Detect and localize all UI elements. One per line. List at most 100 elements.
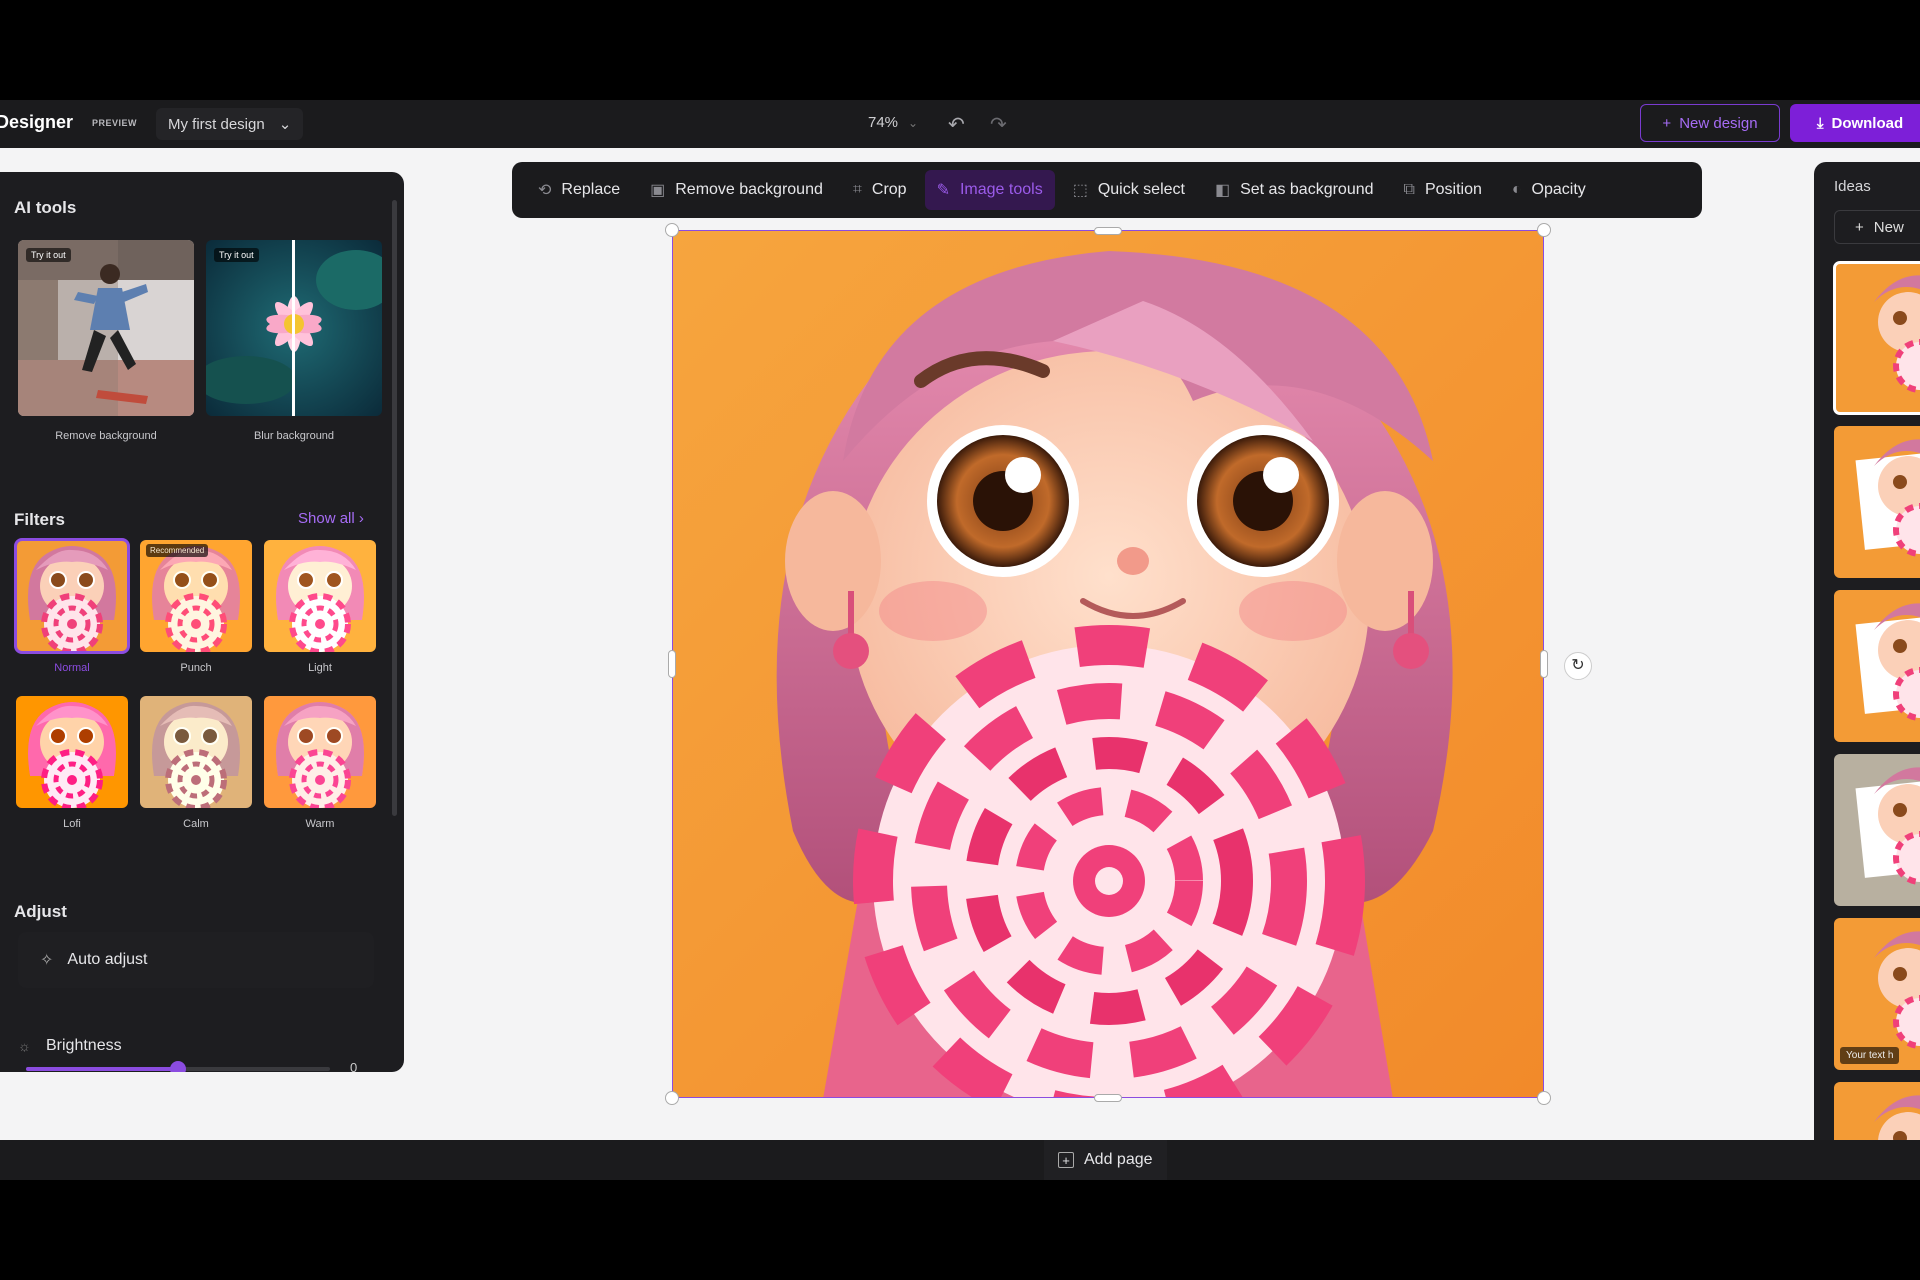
tool-position[interactable]: ⧉ Position [1392,170,1494,210]
ideas-panel: Ideas + New Your text h [1814,162,1920,1162]
remove-background-thumbnail [18,240,194,416]
resize-handle-left[interactable] [668,650,676,678]
brightness-slider-handle[interactable] [170,1061,186,1072]
resize-handle-top-left[interactable] [665,223,679,237]
magic-wand-icon: ✧ [40,952,54,969]
resize-handle-top[interactable] [1094,227,1122,235]
idea-image [1834,590,1920,742]
tool-label: Opacity [1531,181,1586,198]
ideas-title: Ideas [1834,178,1871,195]
filter-normal[interactable] [14,538,130,654]
undo-icon[interactable]: ↶ [948,112,965,137]
tool-remove-background[interactable]: ▣ Remove background [638,170,835,210]
left-panel-scrollbar[interactable] [392,200,397,816]
brightness-slider-fill [26,1067,178,1071]
new-design-label: New design [1679,114,1758,132]
tool-label: Quick select [1097,181,1185,198]
image-toolbar: ⟲ Replace ▣ Remove background ⌗ Crop ✎ Image to… [512,162,1702,218]
blur-background-thumbnail [206,240,382,416]
show-all-label: Show all [298,510,355,527]
tool-replace[interactable]: ⟲ Replace [526,170,632,210]
filter-warm[interactable] [264,696,376,808]
filter-punch[interactable]: Recommended [140,540,252,652]
design-name-dropdown[interactable]: My first design ⌄ [156,108,304,140]
design-name-label: My first design [168,115,265,133]
replace-icon: ⟲ [538,182,552,199]
quick-select-icon: ⬚ [1072,182,1088,199]
filter-thumbnail [16,696,128,808]
tool-set-as-background[interactable]: ◧ Set as background [1203,170,1386,210]
redo-icon[interactable]: ↷ [990,112,1007,137]
ai-tool-badge: Try it out [26,248,71,262]
tool-quick-select[interactable]: ⬚ Quick select [1061,170,1197,210]
download-button[interactable]: ⤓ Download [1790,104,1920,142]
adjust-title: Adjust [14,902,67,921]
show-all-link[interactable]: Show all › [298,510,364,527]
tool-opacity[interactable]: ◐ Opacity [1500,170,1598,210]
auto-adjust-button[interactable]: ✧ Auto adjust [18,932,374,988]
plus-icon: + [1855,218,1864,236]
resize-handle-right[interactable] [1540,650,1548,678]
tool-image-tools[interactable]: ✎ Image tools [924,170,1055,210]
rotate-icon[interactable]: ↻ [1564,652,1592,680]
add-page-icon: + [1058,1152,1074,1168]
idea-thumbnail[interactable] [1833,261,1920,415]
filter-label: Warm [305,818,335,830]
ai-tools-title: AI tools [14,198,77,217]
brightness-slider[interactable] [26,1061,330,1072]
idea-thumbnail[interactable] [1834,754,1920,906]
tool-label: Crop [871,181,907,198]
lollipop-girl-image [673,231,1543,1097]
filter-lofi[interactable] [16,696,128,808]
filter-label: Light [308,662,332,674]
bottom-bar: + Add page [0,1140,1920,1180]
resize-handle-bottom-right[interactable] [1537,1091,1551,1105]
add-page-button[interactable]: + Add page [1044,1140,1167,1180]
tool-label: Set as background [1240,181,1374,198]
filter-label: Normal [54,662,90,674]
designer-app: Designer PREVIEW My first design ⌄ 74% ⌄… [0,100,1920,1180]
chevron-down-icon: ⌄ [278,116,292,133]
filter-label: Calm [183,818,209,830]
canvas-image[interactable] [672,230,1544,1098]
brightness-label: Brightness [46,1037,122,1054]
resize-handle-top-right[interactable] [1537,223,1551,237]
ai-tool-label: Blur background [253,430,335,442]
tool-label: Remove background [675,181,823,198]
chevron-down-icon: ⌄ [908,115,919,130]
ai-tool-remove-background[interactable]: Try it out [18,240,194,416]
zoom-value: 74% [868,114,899,131]
filter-label: Lofi [63,818,81,830]
preview-tag: PREVIEW [92,118,138,128]
new-design-button[interactable]: + New design [1640,104,1780,142]
idea-image [1834,426,1920,578]
download-icon: ⤓ [1816,114,1824,132]
filter-label: Punch [180,662,212,674]
opacity-icon: ◐ [1511,181,1522,198]
ideas-new-button[interactable]: + New [1834,210,1920,244]
zoom-dropdown[interactable]: 74% ⌄ [868,114,918,131]
crop-icon: ⌗ [852,181,862,198]
idea-thumbnail[interactable] [1834,590,1920,742]
auto-adjust-label: Auto adjust [67,951,148,968]
filters-title: Filters [14,510,66,529]
set-background-icon: ◧ [1214,182,1231,199]
resize-handle-bottom[interactable] [1094,1094,1122,1102]
ai-tool-label: Remove background [55,430,157,442]
idea-text-label: Your text h [1840,1047,1900,1064]
ai-tool-blur-background[interactable]: Try it out [206,240,382,416]
download-label: Download [1831,114,1904,132]
filter-light[interactable] [264,540,376,652]
resize-handle-bottom-left[interactable] [665,1091,679,1105]
remove-background-icon: ▣ [650,182,666,199]
tool-crop[interactable]: ⌗ Crop [841,170,919,210]
filter-thumbnail [16,540,128,652]
idea-thumbnail[interactable]: Your text h [1834,918,1920,1070]
filter-thumbnail [264,540,376,652]
brightness-value: 0 [350,1060,358,1072]
idea-thumbnail[interactable] [1834,426,1920,578]
app-brand: Designer [0,112,74,132]
ai-tool-badge: Try it out [214,248,259,262]
idea-image [1834,262,1920,414]
filter-calm[interactable] [140,696,252,808]
